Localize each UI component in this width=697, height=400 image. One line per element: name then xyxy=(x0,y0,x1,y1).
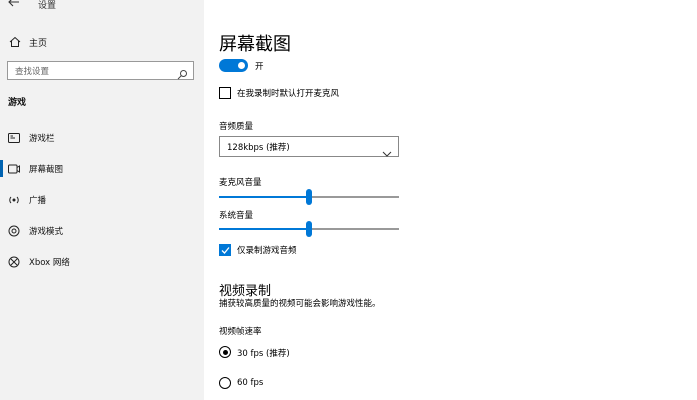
system-volume-slider[interactable] xyxy=(219,220,399,238)
mic-volume-label: 麦克风音量 xyxy=(219,178,262,188)
audio-quality-dropdown[interactable]: 128kbps (推荐) xyxy=(219,136,399,157)
toggle-state-label: 开 xyxy=(255,62,264,72)
radio-60fps-label: 60 fps xyxy=(237,378,264,388)
radio-30fps[interactable] xyxy=(219,346,231,358)
radio-30fps-label: 30 fps (推荐) xyxy=(237,349,290,359)
sidebar-item-label: 屏幕截图 xyxy=(29,165,64,175)
search-input[interactable]: 查找设置 xyxy=(7,61,194,80)
xbox-icon xyxy=(7,255,20,268)
sidebar-item-game-bar[interactable]: 游戏栏 xyxy=(0,126,204,150)
main-panel: 屏幕截图 开 在我录制时默认打开麦克风 音频质量 128kbps (推荐) 麦克… xyxy=(204,0,697,400)
search-icon[interactable] xyxy=(177,65,188,80)
audio-quality-value: 128kbps (推荐) xyxy=(227,143,290,153)
window-title: 设置 xyxy=(38,1,57,11)
home-link[interactable]: 主页 xyxy=(8,33,47,51)
home-label: 主页 xyxy=(29,38,48,49)
radio-dot xyxy=(222,349,228,355)
capture-icon xyxy=(7,162,20,175)
slider-fill xyxy=(219,228,309,230)
sidebar: 设置 主页 查找设置 游戏 游戏栏 屏幕截图 广播 游戏模式 Xbox 网络 xyxy=(0,0,204,400)
chevron-down-icon xyxy=(382,143,392,162)
mic-volume-slider[interactable] xyxy=(219,188,399,206)
sidebar-item-label: 广播 xyxy=(29,196,47,206)
mic-record-label: 在我录制时默认打开麦克风 xyxy=(237,89,340,99)
frame-rate-label: 视频帧速率 xyxy=(219,327,262,337)
mic-record-checkbox[interactable] xyxy=(219,87,231,99)
sidebar-item-game-mode[interactable]: 游戏模式 xyxy=(0,219,204,243)
sidebar-item-label: Xbox 网络 xyxy=(29,258,70,268)
back-arrow-icon[interactable] xyxy=(8,0,24,11)
sidebar-item-label: 游戏栏 xyxy=(29,134,55,144)
page-title: 屏幕截图 xyxy=(219,34,291,55)
sidebar-item-xbox-network[interactable]: Xbox 网络 xyxy=(0,250,204,274)
game-audio-only-checkbox[interactable] xyxy=(219,244,231,256)
search-placeholder: 查找设置 xyxy=(15,67,50,77)
game-bar-icon xyxy=(7,131,20,144)
checkmark-icon xyxy=(221,247,230,254)
game-mode-icon xyxy=(7,224,20,237)
background-record-toggle[interactable] xyxy=(219,59,248,72)
section-title: 游戏 xyxy=(8,98,27,108)
audio-quality-label: 音频质量 xyxy=(219,122,254,132)
toggle-knob xyxy=(238,62,245,69)
sidebar-item-label: 游戏模式 xyxy=(29,227,64,237)
slider-fill xyxy=(219,196,309,198)
radio-60fps[interactable] xyxy=(219,377,231,389)
home-icon xyxy=(8,35,22,49)
sidebar-item-capture[interactable]: 屏幕截图 xyxy=(0,157,204,181)
broadcast-icon xyxy=(7,193,20,206)
selection-indicator xyxy=(0,160,3,177)
game-audio-only-label: 仅录制游戏音频 xyxy=(237,246,297,256)
video-section-description: 捕获较高质量的视频可能会影响游戏性能。 xyxy=(219,299,381,309)
slider-thumb[interactable] xyxy=(306,221,312,237)
slider-thumb[interactable] xyxy=(306,189,312,205)
sidebar-item-broadcast[interactable]: 广播 xyxy=(0,188,204,212)
